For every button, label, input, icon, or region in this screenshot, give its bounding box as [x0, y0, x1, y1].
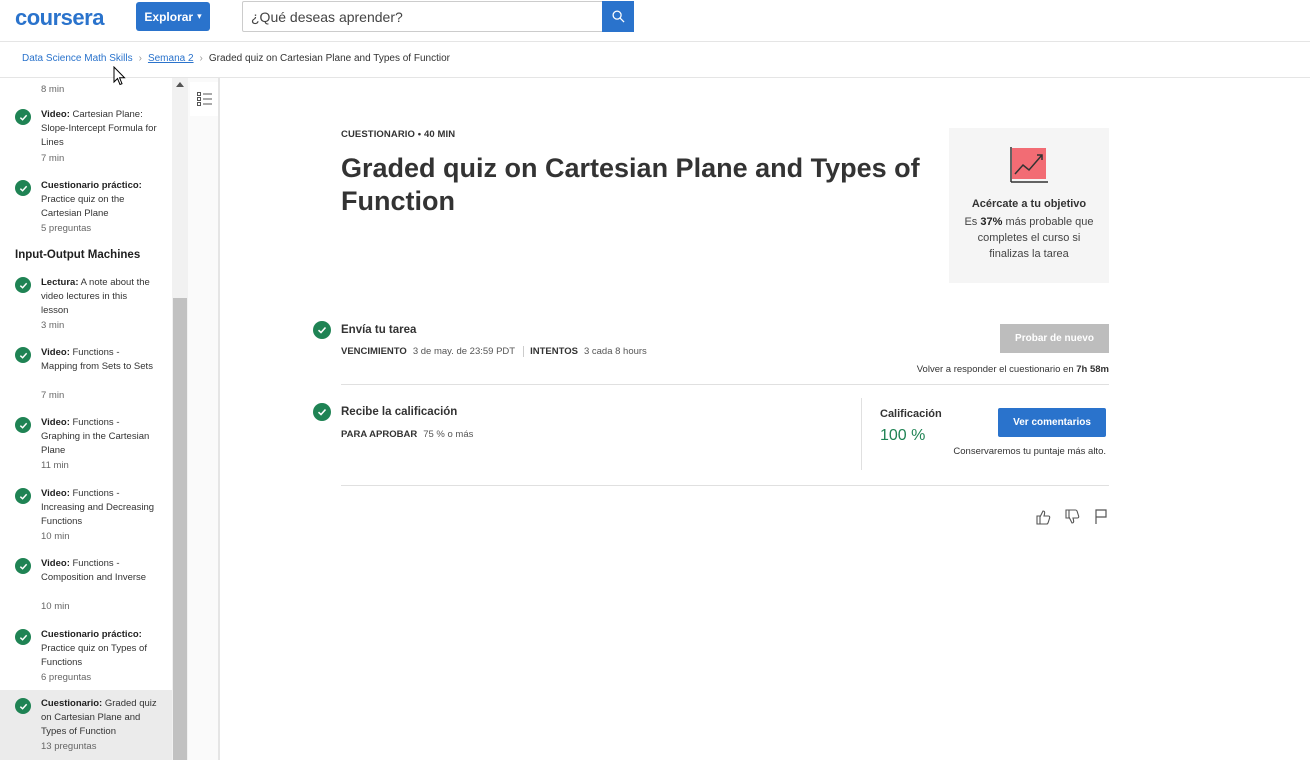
view-feedback-button[interactable]: Ver comentarios: [998, 408, 1106, 437]
item-duration: 13 preguntas: [41, 741, 97, 752]
sidebar-item-label: Video: Functions - Composition and Inver…: [41, 558, 147, 583]
item-duration: 6 preguntas: [41, 672, 92, 683]
attempts-value: 3 cada 8 hours: [583, 346, 647, 357]
divider: [341, 485, 1109, 486]
item-duration: 10 min: [41, 531, 70, 542]
check-icon: [313, 321, 331, 339]
grade-label: Calificación: [880, 408, 942, 420]
due-value: 3 de may. de 23:59 PDT: [412, 346, 516, 357]
sidebar-toggle-column: [188, 78, 220, 760]
page-title: Graded quiz on Cartesian Plane and Types…: [341, 153, 920, 216]
course-sidebar: 8 min Video: Cartesian Plane: Slope-Inte…: [0, 78, 172, 760]
check-icon: [15, 277, 31, 293]
due-info: VENCIMIENTO 3 de may. de 23:59 PDT INTEN…: [341, 346, 655, 357]
sidebar-item-video-increasing[interactable]: Video: Functions - Increasing and Decrea…: [0, 485, 172, 543]
check-icon: [15, 347, 31, 363]
retry-note: Volver a responder el cuestionario en 7h…: [916, 364, 1109, 375]
check-icon: [15, 629, 31, 645]
sidebar-item-label: Cuestionario práctico: Practice quiz on …: [41, 180, 142, 219]
chart-trend-icon: [1010, 147, 1048, 183]
flag-icon[interactable]: [1092, 508, 1109, 525]
submit-step-title: Envía tu tarea: [341, 324, 417, 336]
goal-title: Acércate a tu objetivo: [971, 198, 1087, 210]
item-duration: 11 min: [41, 460, 69, 471]
item-duration: 7 min: [41, 390, 65, 401]
sidebar-item-label: Video: Functions - Mapping from Sets to …: [41, 347, 153, 372]
sidebar-item-label: Cuestionario: Graded quiz on Cartesian P…: [41, 698, 157, 737]
search-button[interactable]: [602, 1, 634, 32]
chevron-right-icon: ›: [199, 53, 203, 64]
sidebar-item-reading-note[interactable]: Lectura: A note about the video lectures…: [0, 274, 172, 332]
attempts-label: INTENTOS: [530, 346, 578, 357]
due-label: VENCIMIENTO: [341, 346, 407, 357]
breadcrumb-week[interactable]: Semana 2: [148, 53, 194, 64]
sidebar-item-video-slope[interactable]: Video: Cartesian Plane: Slope-Intercept …: [0, 106, 172, 172]
chevron-right-icon: ›: [138, 53, 142, 64]
check-icon: [313, 403, 331, 421]
sidebar-item-label: Lectura: A note about the video lectures…: [41, 277, 150, 316]
coursera-logo[interactable]: coursera: [15, 5, 104, 31]
sidebar-item-label: Video: Cartesian Plane: Slope-Intercept …: [41, 109, 157, 148]
check-icon: [15, 558, 31, 574]
sidebar-item-label: Video: Functions - Increasing and Decrea…: [41, 488, 155, 527]
chevron-down-icon: ▾: [197, 11, 202, 21]
breadcrumb-current: Graded quiz on Cartesian Plane and Types…: [208, 53, 450, 64]
pass-value: 75 % o más: [423, 429, 474, 440]
item-kicker: CUESTIONARIO • 40 MIN: [341, 129, 456, 140]
explore-button[interactable]: Explorar ▾: [136, 2, 210, 31]
retry-button[interactable]: Probar de nuevo: [1000, 324, 1109, 353]
keep-score-note: Conservaremos tu puntaje más alto.: [953, 446, 1106, 457]
goal-text: Es 37% más probable que completes el cur…: [964, 216, 1094, 260]
list-icon: [196, 92, 212, 106]
check-icon: [15, 180, 31, 196]
search-bar: [242, 1, 634, 32]
search-icon: [611, 10, 625, 23]
check-icon: [15, 417, 31, 433]
check-icon: [15, 109, 31, 125]
divider: [341, 384, 1109, 385]
section-title: Input-Output Machines: [15, 249, 141, 261]
toggle-outline-button[interactable]: [190, 82, 218, 116]
grade-value: 100 %: [880, 427, 926, 444]
sidebar-item-video-mapping[interactable]: Video: Functions - Mapping from Sets to …: [0, 344, 172, 402]
pass-info: PARA APROBAR 75 % o más: [341, 429, 481, 440]
explore-label: Explorar: [144, 9, 194, 24]
sidebar-item-label: Video: Functions - Graphing in the Carte…: [41, 417, 150, 456]
scroll-thumb[interactable]: [173, 298, 187, 760]
search-input[interactable]: [243, 2, 602, 31]
item-duration: 5 preguntas: [41, 223, 92, 234]
sidebar-scrollbar[interactable]: [172, 78, 188, 760]
sidebar-item-video-graphing[interactable]: Video: Functions - Graphing in the Carte…: [0, 414, 172, 472]
sidebar-item-practice-cartesian[interactable]: Cuestionario práctico: Practice quiz on …: [0, 177, 172, 239]
item-duration: 10 min: [41, 601, 70, 612]
thumbs-up-icon[interactable]: [1034, 508, 1051, 525]
feedback-actions: [1034, 508, 1109, 525]
sidebar-item-label: Cuestionario práctico: Practice quiz on …: [41, 629, 147, 668]
pass-label: PARA APROBAR: [341, 429, 418, 440]
scroll-up-arrow-icon[interactable]: [176, 82, 184, 87]
item-duration: 8 min: [41, 84, 65, 95]
item-duration: 3 min: [41, 320, 65, 331]
check-icon: [15, 698, 31, 714]
mouse-cursor-icon: [113, 66, 126, 86]
item-duration: 7 min: [41, 153, 65, 164]
sidebar-item-practice-types[interactable]: Cuestionario práctico: Practice quiz on …: [0, 626, 172, 686]
sidebar-item-video-composition[interactable]: Video: Functions - Composition and Inver…: [0, 555, 172, 613]
breadcrumb: Data Science Math Skills › Semana 2 › Gr…: [22, 53, 450, 64]
check-icon: [15, 488, 31, 504]
goal-card: Acércate a tu objetivo Es 37% más probab…: [949, 128, 1109, 283]
sidebar-item-graded-quiz[interactable]: Cuestionario: Graded quiz on Cartesian P…: [0, 690, 172, 760]
divider: [523, 346, 525, 357]
thumbs-down-icon[interactable]: [1063, 508, 1080, 525]
top-header: coursera Explorar ▾: [0, 0, 1310, 42]
breadcrumb-course[interactable]: Data Science Math Skills: [22, 53, 133, 64]
divider: [861, 398, 862, 470]
grade-step-title: Recibe la calificación: [341, 406, 458, 418]
